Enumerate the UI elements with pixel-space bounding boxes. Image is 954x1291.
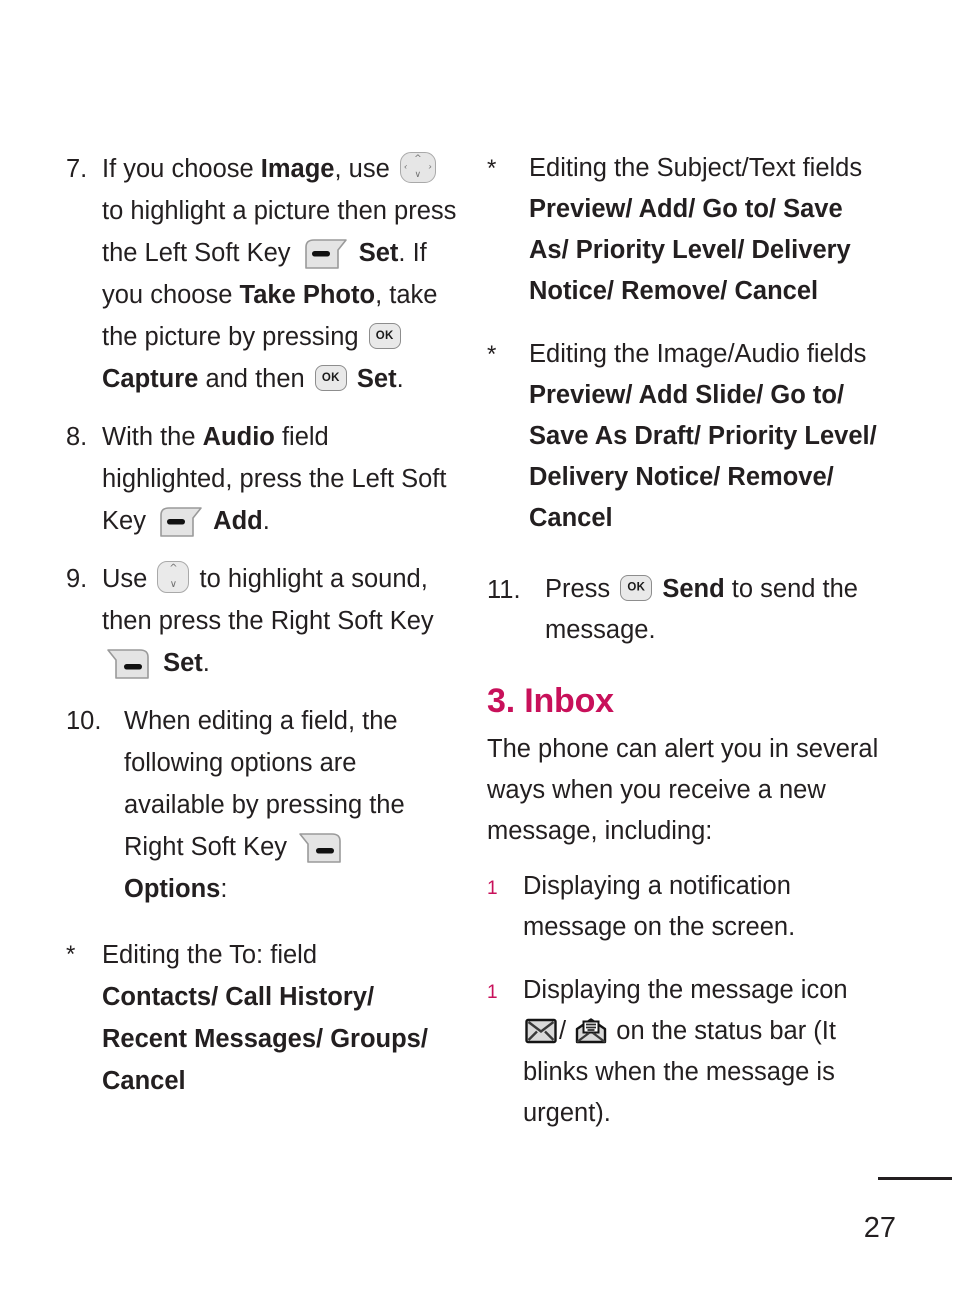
step-text: Use — [102, 565, 155, 593]
step-body: Use ^ ∨ to highlight a sound, then press … — [102, 558, 461, 684]
bullet-marker: * — [66, 941, 76, 968]
list-item: * Editing the To: field Contacts/ Call Hi… — [66, 934, 461, 1102]
bullet-marker: 1 — [487, 982, 498, 1003]
bullet-text-bold: Preview/ Add Slide/ Go to/ Save As Draft… — [529, 381, 877, 532]
bullet-body: Editing the Image/Audio fields Preview/ A… — [529, 334, 887, 539]
step-body: With the Audio field highlighted, press … — [102, 416, 461, 542]
section-heading: 3. Inbox — [487, 682, 614, 720]
bullet-marker: 1 — [487, 878, 498, 899]
ok-key-icon: OK — [620, 575, 653, 601]
bullet-text: Editing the Image/Audio fields — [529, 340, 867, 368]
step-text: Press — [545, 575, 618, 603]
list-item: 1 Displaying a notification message on t… — [487, 866, 887, 948]
envelope-closed-icon — [525, 1018, 557, 1044]
ok-key-icon: OK — [368, 323, 401, 349]
bullet-body: Displaying the message icon / on the sta… — [523, 970, 887, 1134]
left-soft-key-icon — [302, 238, 348, 269]
bullet-text-bold: Preview/ Add/ Go to/ Save As/ Priority L… — [529, 195, 851, 305]
list-item: 9. Use ^ ∨ to highlight a sound, then pre… — [66, 558, 461, 684]
section-intro: The phone can alert you in several ways … — [487, 735, 879, 845]
step-marker: 8. — [66, 423, 88, 451]
bullet-text: Displaying the message icon — [523, 976, 848, 1004]
manual-page: 7. If you choose Image, use ^ ∨ ‹ › to high… — [0, 0, 954, 1291]
list-item: * Editing the Image/Audio fields Preview/… — [487, 334, 887, 539]
list-item: * Editing the Subject/Text fields Preview… — [487, 148, 887, 312]
bullet-marker: * — [487, 341, 497, 368]
nav-updown-key-icon: ^ ∨ — [157, 561, 190, 593]
step-text: . — [396, 365, 404, 393]
step-text-bold: Set — [349, 365, 397, 393]
step-text-bold: Capture — [102, 365, 199, 393]
left-column: 7. If you choose Image, use ^ ∨ ‹ › to high… — [66, 148, 461, 1118]
step-text-bold: Options — [124, 875, 221, 903]
step-body: Press OK Send to send the message. — [545, 569, 887, 651]
step-text: and then — [198, 365, 312, 393]
bullet-text-bold: Contacts/ Call History/ Recent Messages/… — [102, 983, 428, 1095]
page-number: 27 — [863, 1212, 896, 1244]
list-item: 10. When editing a field, the following … — [66, 700, 461, 910]
step-text: . — [262, 507, 270, 535]
step-text: When editing a field, the following opti… — [124, 707, 405, 861]
step-text-bold: Audio — [202, 423, 275, 451]
list-item: 8. With the Audio field highlighted, pre… — [66, 416, 461, 542]
right-soft-key-icon — [298, 832, 344, 863]
footer-rule — [878, 1177, 952, 1180]
step-text-bold: Set — [351, 239, 399, 267]
step-text-bold: Set — [156, 649, 203, 677]
list-item: 1 Displaying the message icon / on the s… — [487, 970, 887, 1134]
right-soft-key-icon — [106, 648, 152, 679]
ok-key-icon: OK — [314, 365, 347, 391]
step-marker: 7. — [66, 155, 88, 183]
step-text: . — [202, 649, 210, 677]
bullet-text: Editing the Subject/Text fields — [529, 154, 863, 182]
bullet-body: Displaying a notification message on the… — [523, 866, 887, 948]
step-text-bold: Add — [207, 507, 263, 535]
nav-4way-key-icon: ^ ∨ ‹ › — [399, 152, 436, 183]
step-marker: 10. — [66, 707, 102, 735]
bullet-marker: * — [487, 155, 497, 182]
bullet-text: Editing the To: field — [102, 941, 318, 969]
bullet-text: / — [559, 1017, 574, 1045]
right-column: * Editing the Subject/Text fields Preview… — [487, 148, 887, 1150]
step-text-bold: Image — [260, 155, 335, 183]
step-body: When editing a field, the following opti… — [124, 700, 461, 910]
list-item: 7. If you choose Image, use ^ ∨ ‹ › to high… — [66, 148, 461, 400]
envelope-open-letter-icon — [575, 1018, 607, 1044]
left-soft-key-icon — [157, 506, 203, 537]
step-text: : — [220, 875, 228, 903]
step-text: If you choose — [102, 155, 261, 183]
bullet-body: Editing the To: field Contacts/ Call Hist… — [102, 934, 461, 1102]
step-marker: 11. — [487, 576, 521, 604]
list-item: 11. Press OK Send to send the message. — [487, 569, 887, 651]
bullet-text: Displaying a notification message on the… — [523, 872, 796, 941]
step-text: With the — [102, 423, 203, 451]
step-text-bold: Send — [655, 575, 725, 603]
step-body: If you choose Image, use ^ ∨ ‹ › to highlig… — [102, 148, 461, 400]
step-marker: 9. — [66, 565, 88, 593]
step-text-bold: Take Photo — [239, 281, 376, 309]
bullet-body: Editing the Subject/Text fields Preview/ … — [529, 148, 887, 312]
step-text: , use — [334, 155, 397, 183]
